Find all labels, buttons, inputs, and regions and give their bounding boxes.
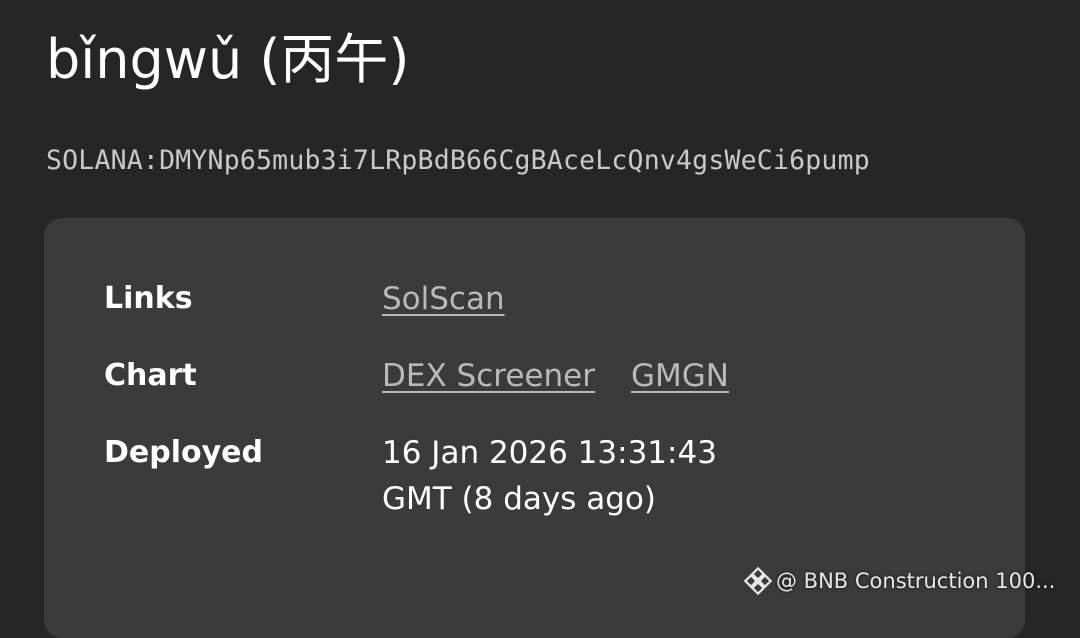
chart-label: Chart <box>104 358 197 393</box>
token-title: bǐngwǔ (丙午) <box>46 28 410 91</box>
gmgn-link[interactable]: GMGN <box>631 357 729 395</box>
chart-row: Chart DEX Screener GMGN <box>104 357 729 395</box>
links-values: SolScan <box>382 280 505 318</box>
links-label: Links <box>104 281 193 316</box>
deployed-label: Deployed <box>104 435 263 470</box>
solscan-link[interactable]: SolScan <box>382 280 505 318</box>
watermark-text: @ BNB Construction 100... <box>776 569 1056 593</box>
binance-diamond-icon <box>744 567 772 595</box>
links-row: Links SolScan <box>104 280 505 318</box>
deployed-timestamp: 16 Jan 2026 13:31:43 GMT (8 days ago) <box>382 435 717 517</box>
source-watermark: @ BNB Construction 100... <box>744 564 1055 598</box>
chart-values: DEX Screener GMGN <box>382 357 729 395</box>
deployed-row: Deployed 16 Jan 2026 13:31:43 GMT (8 day… <box>104 434 762 522</box>
dex-screener-link[interactable]: DEX Screener <box>382 357 595 395</box>
contract-address: SOLANA:DMYNp65mub3i7LRpBdB66CgBAceLcQnv4… <box>46 145 870 176</box>
